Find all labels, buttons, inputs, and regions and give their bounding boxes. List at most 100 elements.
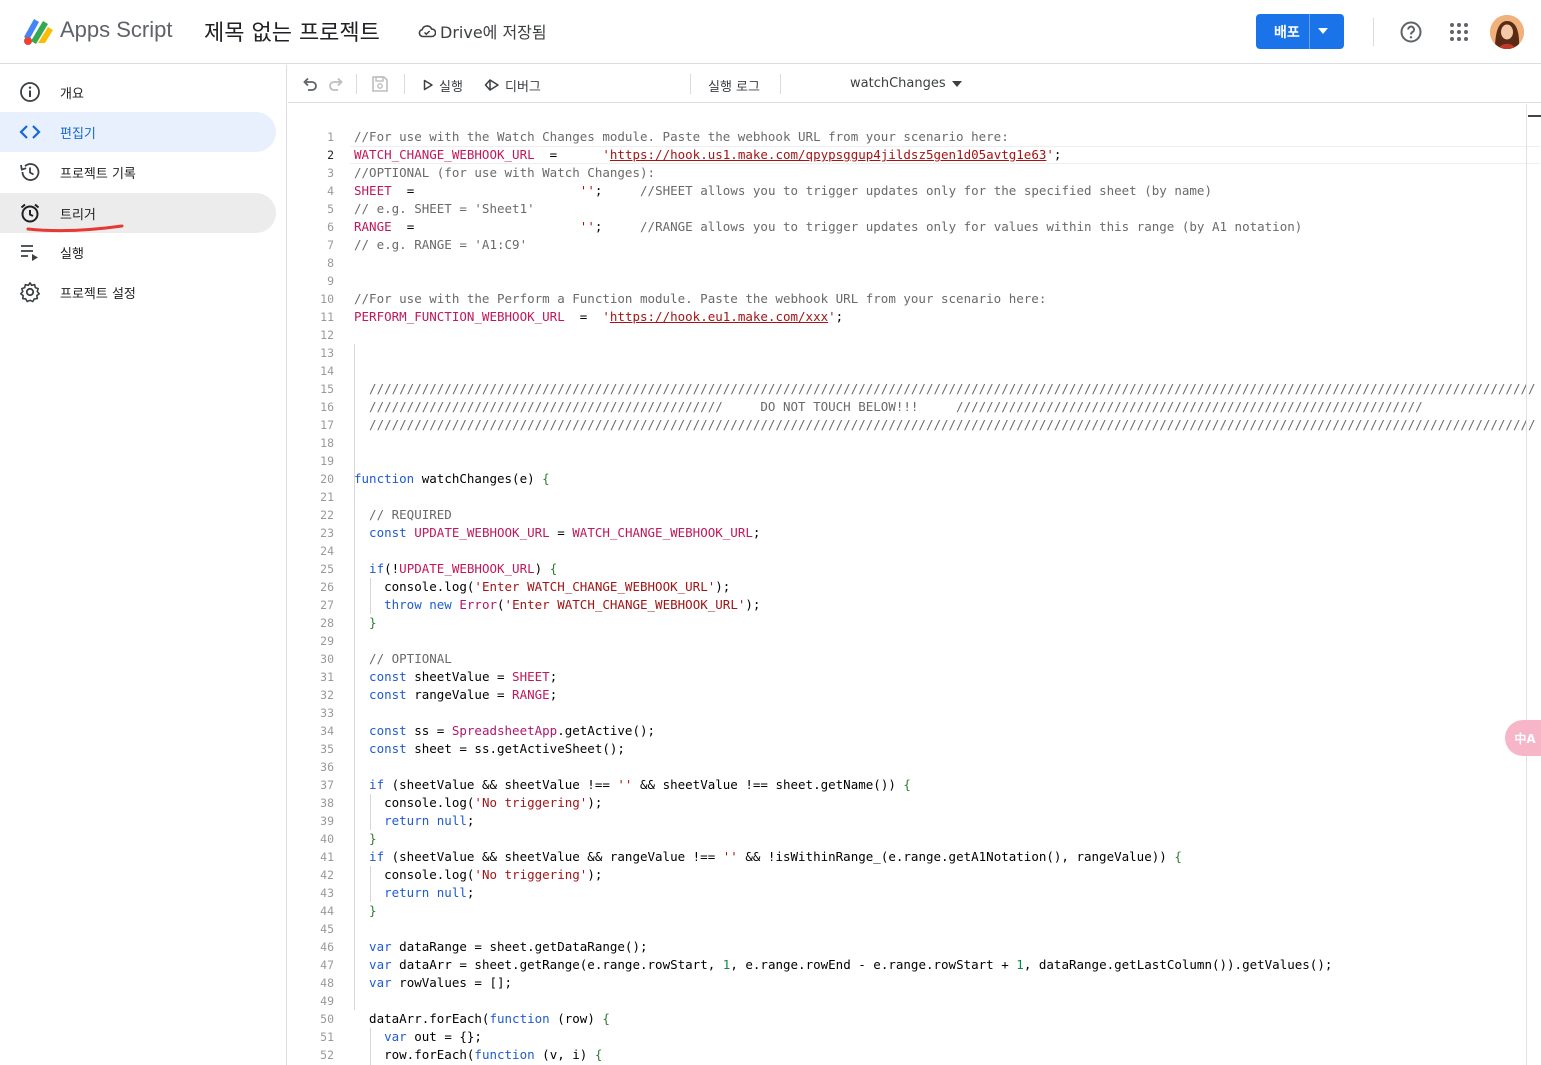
code-line[interactable]: const UPDATE_WEBHOOK_URL = WATCH_CHANGE_…	[354, 524, 1524, 542]
deploy-button[interactable]: 배포	[1256, 14, 1344, 49]
overview-ruler[interactable]	[1526, 104, 1527, 1065]
nav-item-settings[interactable]: 프로젝트 설정	[0, 272, 276, 312]
app-name[interactable]: Apps Script	[60, 17, 173, 43]
code-line[interactable]: // REQUIRED	[354, 506, 1524, 524]
code-line[interactable]	[354, 434, 1524, 452]
code-token: console.log(	[354, 795, 475, 810]
account-avatar[interactable]	[1490, 15, 1524, 49]
code-line[interactable]: var rowValues = [];	[354, 974, 1524, 992]
code-token: dataRange = sheet.getDataRange();	[391, 939, 648, 954]
nav-item-overview[interactable]: 개요	[0, 72, 276, 112]
code-content[interactable]: //For use with the Watch Changes module.…	[354, 128, 1536, 1064]
line-number: 37	[320, 778, 334, 792]
code-line[interactable]: }	[354, 902, 1524, 920]
code-line[interactable]	[354, 254, 1524, 272]
nav-item-history[interactable]: 프로젝트 기록	[0, 152, 276, 192]
code-line[interactable]: ////////////////////////////////////////…	[354, 398, 1524, 416]
code-line[interactable]: if (sheetValue && sheetValue && rangeVal…	[354, 848, 1524, 866]
undo-icon[interactable]	[300, 74, 320, 94]
code-line[interactable]: // e.g. SHEET = 'Sheet1'	[354, 200, 1524, 218]
code-token: ////////////////////////////////////////…	[354, 399, 1423, 414]
red-annotation-underline	[26, 224, 124, 233]
line-number: 18	[320, 436, 334, 450]
code-line[interactable]: const sheetValue = SHEET;	[354, 668, 1524, 686]
code-line[interactable]: dataArr.forEach(function (row) {	[354, 1010, 1524, 1028]
code-token: // REQUIRED	[354, 507, 452, 522]
code-line[interactable]: ////////////////////////////////////////…	[354, 380, 1535, 398]
code-line[interactable]: PERFORM_FUNCTION_WEBHOOK_URL = 'https://…	[354, 308, 1524, 326]
caret-down-icon[interactable]	[1318, 28, 1328, 34]
code-line[interactable]: var dataArr = sheet.getRange(e.range.row…	[354, 956, 1524, 974]
code-line[interactable]: console.log('No triggering');	[354, 866, 1524, 884]
code-token: }	[354, 903, 377, 918]
code-line[interactable]	[354, 992, 1524, 1010]
deploy-divider	[1309, 14, 1310, 49]
code-line[interactable]: const ss = SpreadsheetApp.getActive();	[354, 722, 1524, 740]
code-line[interactable]	[354, 362, 1524, 380]
code-line[interactable]	[354, 488, 1524, 506]
project-title[interactable]: 제목 없는 프로젝트	[204, 15, 380, 47]
translate-extension-button[interactable]: 中A	[1505, 720, 1541, 756]
code-line[interactable]	[354, 542, 1524, 560]
history-icon	[20, 163, 40, 181]
function-select-value: watchChanges	[850, 76, 946, 91]
help-icon[interactable]	[1399, 20, 1423, 44]
nav-item-editor[interactable]: 편집기	[0, 112, 276, 152]
line-number: 44	[320, 904, 334, 918]
code-line[interactable]: if(!UPDATE_WEBHOOK_URL) {	[354, 560, 1524, 578]
code-line[interactable]	[354, 920, 1524, 938]
code-line[interactable]	[354, 452, 1524, 470]
indent-guide	[354, 344, 355, 1010]
code-line[interactable]: row.forEach(function (v, i) {	[354, 1046, 1524, 1064]
code-line[interactable]	[354, 632, 1524, 650]
apps-script-logo[interactable]	[20, 15, 56, 47]
code-line[interactable]: ////////////////////////////////////////…	[354, 416, 1535, 434]
code-token: (!	[384, 561, 400, 576]
execution-log-button[interactable]: 실행 로그	[708, 75, 760, 95]
code-line[interactable]: }	[354, 614, 1524, 632]
code-line[interactable]: console.log('Enter WATCH_CHANGE_WEBHOOK_…	[354, 578, 1524, 596]
line-number: 16	[320, 400, 334, 414]
code-line[interactable]	[354, 758, 1524, 776]
code-line[interactable]	[354, 326, 1524, 344]
code-editor[interactable]: 1 2 3 4 5 6 7 8 9 10 11 12 13 14 15 16 17 18 19 20 21 22 23 24 2…	[288, 104, 1541, 1065]
line-number: 48	[320, 976, 334, 990]
toolbar-divider	[690, 74, 691, 94]
code-line[interactable]: console.log('No triggering');	[354, 794, 1524, 812]
code-line[interactable]	[354, 704, 1524, 722]
run-label: 실행	[439, 79, 463, 95]
code-token: WATCH_CHANGE_WEBHOOK_URL	[354, 147, 535, 162]
code-line[interactable]: //For use with the Perform a Function mo…	[354, 290, 1524, 308]
code-line[interactable]	[354, 344, 1524, 362]
nav-item-executions[interactable]: 실행	[0, 232, 276, 272]
code-line[interactable]: // OPTIONAL	[354, 650, 1524, 668]
code-line[interactable]: const rangeValue = RANGE;	[354, 686, 1524, 704]
code-line[interactable]: if (sheetValue && sheetValue !== '' && s…	[354, 776, 1524, 794]
indent-guide	[370, 866, 371, 902]
code-line[interactable]: return null;	[354, 884, 1524, 902]
apps-grid-icon[interactable]	[1449, 22, 1469, 42]
code-line[interactable]: }	[354, 830, 1524, 848]
code-line[interactable]: var dataRange = sheet.getDataRange();	[354, 938, 1524, 956]
save-icon[interactable]	[370, 74, 390, 94]
code-line[interactable]: throw new Error('Enter WATCH_CHANGE_WEBH…	[354, 596, 1524, 614]
code-line[interactable]: //For use with the Watch Changes module.…	[354, 128, 1524, 146]
code-line[interactable]: // e.g. RANGE = 'A1:C9'	[354, 236, 1524, 254]
code-line[interactable]: function watchChanges(e) {	[354, 470, 1524, 488]
code-token: if	[354, 561, 385, 576]
code-token: const	[354, 687, 407, 702]
code-line[interactable]: const sheet = ss.getActiveSheet();	[354, 740, 1524, 758]
run-button[interactable]: 실행	[422, 75, 463, 95]
code-line[interactable]: var out = {};	[354, 1028, 1524, 1046]
code-line[interactable]: return null;	[354, 812, 1524, 830]
nav-label-settings: 프로젝트 설정	[60, 287, 136, 302]
code-line[interactable]: WATCH_CHANGE_WEBHOOK_URL = 'https://hook…	[354, 146, 1524, 164]
toolbar-divider	[404, 74, 405, 94]
code-line[interactable]: RANGE = ''; //RANGE allows you to trigge…	[354, 218, 1524, 236]
code-line[interactable]	[354, 272, 1524, 290]
function-select[interactable]: watchChanges	[850, 76, 962, 91]
code-line[interactable]: //OPTIONAL (for use with Watch Changes):	[354, 164, 1524, 182]
debug-button[interactable]: 디버그	[484, 75, 541, 95]
redo-icon[interactable]	[326, 74, 346, 94]
code-line[interactable]: SHEET = ''; //SHEET allows you to trigge…	[354, 182, 1524, 200]
